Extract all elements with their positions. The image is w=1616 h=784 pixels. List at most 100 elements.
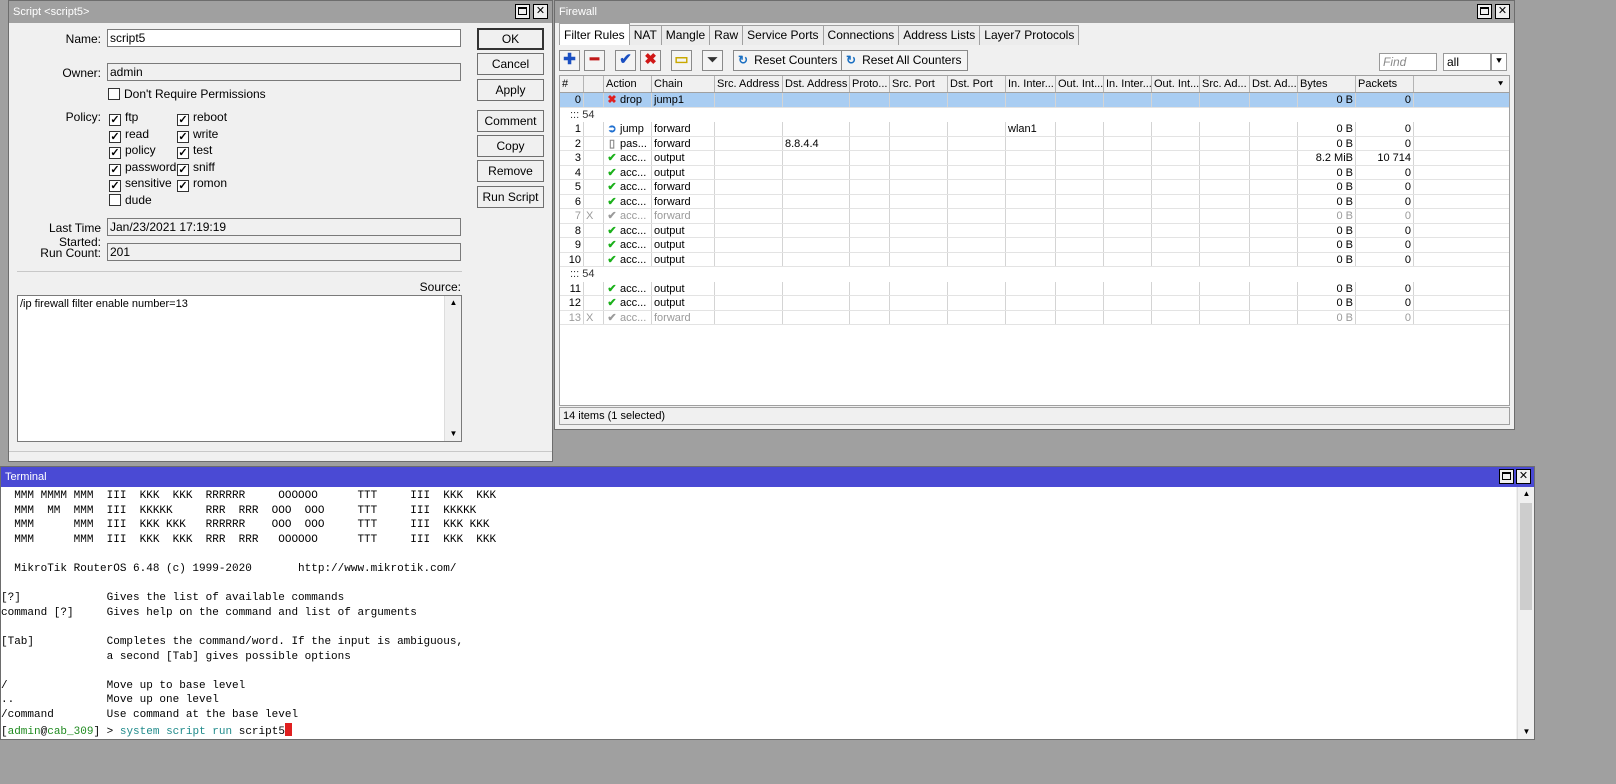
policy-checkbox-ftp[interactable]: ✓ ftp bbox=[109, 110, 138, 126]
table-cell: 0 bbox=[1356, 238, 1414, 252]
column-header[interactable]: Proto... bbox=[850, 76, 890, 92]
column-header[interactable]: Dst. Ad... bbox=[1250, 76, 1298, 92]
policy-checkbox-sensitive[interactable]: ✓ sensitive bbox=[109, 176, 172, 192]
scroll-up-icon[interactable]: ▲ bbox=[445, 296, 462, 310]
policy-checkbox-test[interactable]: ✓ test bbox=[177, 143, 212, 159]
policy-checkbox-write[interactable]: ✓ write bbox=[177, 127, 218, 143]
cancel-button[interactable]: Cancel bbox=[477, 53, 544, 75]
table-row[interactable]: 0 ✖ drop jump1 0 B0 bbox=[560, 93, 1509, 108]
terminal-line: MMM MMM III KKK KKK RRR RRR OOOOOO TTT I… bbox=[1, 533, 497, 546]
policy-checkbox-read[interactable]: ✓ read bbox=[109, 127, 149, 143]
comment-button[interactable]: Comment bbox=[477, 110, 544, 132]
comment-icon[interactable]: ▭ bbox=[671, 50, 692, 71]
tab-address-lists[interactable]: Address Lists bbox=[898, 25, 981, 45]
tab-filter-rules[interactable]: Filter Rules bbox=[559, 23, 630, 45]
close-icon[interactable]: ✕ bbox=[1516, 469, 1531, 484]
source-editor[interactable]: /ip firewall filter enable number=13 ▲ ▼ bbox=[17, 295, 462, 442]
column-header[interactable]: Packets bbox=[1356, 76, 1414, 92]
policy-checkbox-sniff[interactable]: ✓ sniff bbox=[177, 160, 215, 176]
remove-button[interactable]: Remove bbox=[477, 160, 544, 182]
script-window-titlebar[interactable]: Script <script5> ✕ bbox=[9, 1, 552, 23]
remove-icon[interactable]: ━ bbox=[584, 50, 605, 71]
reset-all-counters-button[interactable]: ↻ Reset All Counters bbox=[841, 50, 969, 71]
tab-connections[interactable]: Connections bbox=[822, 25, 900, 45]
maximize-icon[interactable] bbox=[1477, 4, 1492, 19]
table-row[interactable]: 9 ✔ acc... output 0 B0 bbox=[560, 238, 1509, 253]
table-row[interactable]: 2 ▯ pas... forward 8.8.4.4 0 B0 bbox=[560, 136, 1509, 151]
run-count-field[interactable]: 201 bbox=[107, 243, 461, 261]
table-row[interactable]: 1 ➲ jump forward wlan1 0 B0 bbox=[560, 122, 1509, 137]
column-header[interactable]: Out. Int... bbox=[1056, 76, 1104, 92]
source-scrollbar[interactable]: ▲ ▼ bbox=[444, 296, 461, 441]
scroll-up-icon[interactable]: ▲ bbox=[1518, 487, 1535, 501]
table-row[interactable]: 7 X ✔ acc... forward 0 B0 bbox=[560, 209, 1509, 224]
table-row[interactable]: 3 ✔ acc... output 8.2 MiB 10 714 bbox=[560, 151, 1509, 166]
table-row[interactable]: 8 ✔ acc... output 0 B0 bbox=[560, 223, 1509, 238]
maximize-icon[interactable] bbox=[1499, 469, 1514, 484]
table-cell bbox=[1056, 252, 1104, 266]
table-row[interactable]: 6 ✔ acc... forward 0 B0 bbox=[560, 194, 1509, 209]
add-icon[interactable]: ✚ bbox=[559, 50, 580, 71]
column-header[interactable]: In. Inter... bbox=[1006, 76, 1056, 92]
column-header[interactable]: Src. Port bbox=[890, 76, 948, 92]
terminal-output[interactable]: MMM MMMM MMM III KKK KKK RRRRRR OOOOOO T… bbox=[1, 487, 1516, 739]
firewall-window-titlebar[interactable]: Firewall ✕ bbox=[555, 1, 1514, 23]
terminal-prompt[interactable]: [admin@cab_309] > system script run scri… bbox=[1, 722, 1516, 738]
table-row[interactable]: 12 ✔ acc... output 0 B0 bbox=[560, 296, 1509, 311]
table-row[interactable]: 11 ✔ acc... output 0 B0 bbox=[560, 281, 1509, 296]
owner-field[interactable]: admin bbox=[107, 63, 461, 81]
scrollbar-thumb[interactable] bbox=[1520, 503, 1532, 610]
policy-checkbox-reboot[interactable]: ✓ reboot bbox=[177, 110, 227, 126]
tab-mangle[interactable]: Mangle bbox=[660, 25, 711, 45]
copy-button[interactable]: Copy bbox=[477, 135, 544, 157]
filter-dropdown-icon[interactable]: ⯆ bbox=[1491, 53, 1507, 71]
column-menu-icon[interactable]: ⯆ bbox=[1495, 76, 1509, 92]
filter-select[interactable]: all bbox=[1443, 53, 1491, 71]
tab-service-ports[interactable]: Service Ports bbox=[742, 25, 824, 45]
tab-layer7-protocols[interactable]: Layer7 Protocols bbox=[979, 25, 1080, 45]
column-header[interactable]: Out. Int... bbox=[1152, 76, 1200, 92]
run-script-button[interactable]: Run Script bbox=[477, 186, 544, 208]
column-header[interactable]: Dst. Address bbox=[783, 76, 850, 92]
table-row[interactable]: 4 ✔ acc... output 0 B0 bbox=[560, 165, 1509, 180]
table-row[interactable]: 10 ✔ acc... output 0 B0 bbox=[560, 252, 1509, 267]
table-row[interactable]: 5 ✔ acc... forward 0 B0 bbox=[560, 180, 1509, 195]
disable-icon[interactable]: ✖ bbox=[640, 50, 661, 71]
close-icon[interactable]: ✕ bbox=[533, 4, 548, 19]
column-header[interactable] bbox=[584, 76, 604, 92]
column-header[interactable]: Action bbox=[604, 76, 652, 92]
dont-require-permissions-checkbox[interactable]: Don't Require Permissions bbox=[108, 87, 266, 101]
reset-counters-label: Reset Counters bbox=[754, 53, 838, 67]
terminal-window-titlebar[interactable]: Terminal ✕ bbox=[1, 467, 1534, 487]
enable-icon[interactable]: ✔ bbox=[615, 50, 636, 71]
reset-counters-button[interactable]: ↻ Reset Counters bbox=[733, 50, 845, 71]
policy-checkbox-policy[interactable]: ✓ policy bbox=[109, 143, 156, 159]
column-header[interactable]: In. Inter... bbox=[1104, 76, 1152, 92]
column-header[interactable]: Src. Address bbox=[715, 76, 783, 92]
last-time-started-field[interactable]: Jan/23/2021 17:19:19 bbox=[107, 218, 461, 236]
column-header[interactable]: # bbox=[560, 76, 584, 92]
policy-checkbox-password[interactable]: ✓ password bbox=[109, 160, 176, 176]
scroll-down-icon[interactable]: ▼ bbox=[445, 427, 462, 441]
table-cell bbox=[1250, 136, 1298, 150]
apply-button[interactable]: Apply bbox=[477, 79, 544, 101]
tab-raw[interactable]: Raw bbox=[709, 25, 744, 45]
table-row[interactable]: 13 X ✔ acc... forward 0 B0 bbox=[560, 310, 1509, 325]
name-field[interactable]: script5 bbox=[107, 29, 461, 47]
scroll-down-icon[interactable]: ▼ bbox=[1518, 725, 1535, 739]
column-header[interactable]: Dst. Port bbox=[948, 76, 1006, 92]
column-header[interactable]: Src. Ad... bbox=[1200, 76, 1250, 92]
policy-checkbox-dude[interactable]: dude bbox=[109, 193, 152, 207]
filter-icon[interactable]: ⏷ bbox=[702, 50, 723, 71]
maximize-icon[interactable] bbox=[515, 4, 530, 19]
close-icon[interactable]: ✕ bbox=[1495, 4, 1510, 19]
table-cell bbox=[783, 194, 850, 208]
column-header[interactable]: Chain bbox=[652, 76, 715, 92]
find-input[interactable]: Find bbox=[1379, 53, 1437, 71]
tab-nat[interactable]: NAT bbox=[628, 25, 662, 45]
ok-button[interactable]: OK bbox=[477, 28, 544, 50]
column-header[interactable]: Bytes bbox=[1298, 76, 1356, 92]
policy-checkbox-romon[interactable]: ✓ romon bbox=[177, 176, 227, 192]
terminal-scrollbar[interactable]: ▲ ▼ bbox=[1517, 487, 1534, 739]
table-cell bbox=[948, 310, 1006, 324]
